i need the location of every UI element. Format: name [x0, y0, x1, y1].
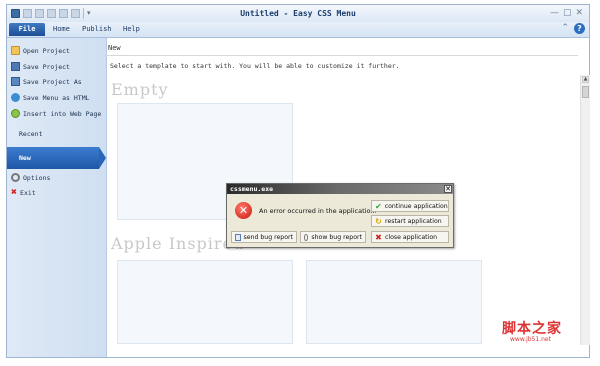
sidebar-item-open-project[interactable]: Open Project [11, 46, 70, 55]
button-label: restart application [385, 217, 442, 225]
sidebar-item-new[interactable]: New [7, 147, 99, 169]
minimize-ribbon-icon[interactable]: ⌃ [561, 23, 569, 33]
application-window: ▾ Untitled - Easy CSS Menu — ▢ ✕ File Ho… [6, 4, 590, 358]
close-button[interactable]: ✕ [575, 8, 583, 18]
sidebar-item-save-project-as[interactable]: Save Project As [11, 77, 82, 86]
template-thumbnail-apple-2[interactable] [306, 260, 482, 344]
heading-divider [104, 55, 578, 56]
sidebar-item-label: Options [23, 173, 51, 182]
error-dialog: cssmenu.exe ✕ ✕ An error occurred in the… [226, 183, 454, 248]
section-title-empty: Empty [111, 80, 169, 99]
tab-file[interactable]: File [9, 23, 45, 36]
sidebar-item-save-project[interactable]: Save Project [11, 62, 70, 71]
save-icon [11, 62, 20, 71]
page-description: Select a template to start with. You wil… [110, 62, 400, 70]
web-page-icon [11, 109, 20, 118]
send-bug-report-button[interactable]: send bug report [231, 231, 297, 243]
watermark-text: 脚本之家 [502, 321, 562, 337]
tab-help[interactable]: Help [123, 25, 140, 33]
maximize-button[interactable]: ▢ [563, 8, 572, 18]
sidebar-item-save-menu-html[interactable]: Save Menu as HTML [11, 93, 90, 102]
sidebar-item-options[interactable]: Options [11, 173, 50, 182]
close-application-button[interactable]: ✖ close application [371, 231, 449, 243]
sidebar-item-label: Save Project As [23, 77, 82, 86]
gear-icon [11, 173, 20, 182]
title-bar: ▾ Untitled - Easy CSS Menu — ▢ ✕ [7, 5, 589, 23]
restart-application-button[interactable]: ↻ restart application [371, 215, 449, 227]
section-title-apple-inspired: Apple Inspired [111, 234, 245, 253]
sidebar-item-label: Open Project [23, 46, 70, 55]
button-label: send bug report [243, 233, 294, 241]
button-label: close application [385, 233, 438, 241]
dialog-close-button[interactable]: ✕ [444, 185, 452, 193]
bug-report-icon [235, 233, 241, 241]
backstage-sidebar: Open Project Save Project Save Project A… [7, 38, 107, 357]
help-icon[interactable]: ? [574, 23, 585, 34]
sidebar-item-label: Save Project [23, 62, 70, 71]
dialog-title: cssmenu.exe [227, 184, 453, 194]
error-icon: ✕ [235, 202, 252, 219]
vertical-scrollbar[interactable]: ▲ [580, 75, 590, 345]
tab-home[interactable]: Home [53, 25, 70, 33]
close-icon: ✖ [375, 232, 382, 242]
button-label: show bug report [311, 233, 362, 241]
sidebar-item-recent[interactable]: Recent [19, 130, 42, 138]
error-message: An error occurred in the application. [259, 207, 377, 215]
scroll-up-icon[interactable]: ▲ [582, 76, 589, 83]
magnifier-icon [304, 233, 309, 241]
minimize-button[interactable]: — [550, 8, 559, 18]
window-controls: — ▢ ✕ [550, 8, 583, 18]
watermark-url: www.jb51.net [510, 336, 551, 343]
sidebar-item-insert-web-page[interactable]: Insert into Web Page [11, 109, 101, 118]
exit-icon: ✖ [11, 187, 18, 198]
sidebar-item-label: Insert into Web Page [23, 109, 102, 118]
html-icon [11, 93, 20, 102]
window-title: Untitled - Easy CSS Menu [240, 9, 356, 18]
page-title: New [108, 44, 121, 52]
template-thumbnail-apple-1[interactable] [117, 260, 293, 344]
folder-icon [11, 46, 20, 55]
scroll-thumb[interactable] [582, 86, 589, 98]
selected-indicator [99, 147, 106, 169]
sidebar-item-exit[interactable]: ✖ Exit [11, 187, 36, 198]
sidebar-item-label: Save Menu as HTML [23, 93, 90, 102]
tab-publish[interactable]: Publish [82, 25, 112, 33]
sidebar-item-label: Exit [20, 188, 36, 197]
restart-icon: ↻ [375, 216, 382, 226]
continue-application-button[interactable]: ✔ continue application [371, 200, 449, 212]
button-label: continue application [384, 202, 448, 210]
save-as-icon [11, 77, 20, 86]
ribbon-tabs: File Home Publish Help ⌃ ? [7, 22, 589, 38]
show-bug-report-button[interactable]: show bug report [300, 231, 366, 243]
checkmark-icon: ✔ [375, 201, 382, 211]
